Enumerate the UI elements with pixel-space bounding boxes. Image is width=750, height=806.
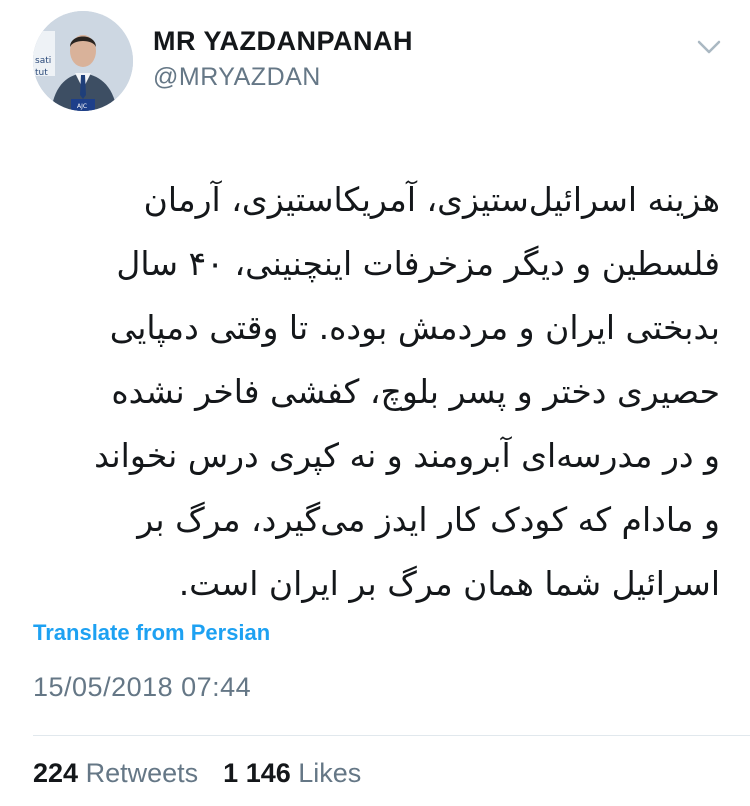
likes-count: 1 146 bbox=[223, 758, 291, 788]
tweet-text-line: و مادام که کودک کار ایدز می‌گیرد، مرگ بر bbox=[137, 500, 720, 539]
chevron-down-icon bbox=[697, 40, 721, 54]
avatar[interactable]: sati tut AJC bbox=[33, 11, 133, 111]
likes-stat[interactable]: 1 146 Likes bbox=[223, 758, 361, 788]
user-handle[interactable]: @MRYAZDAN bbox=[153, 63, 321, 92]
profile-photo: sati tut AJC bbox=[33, 11, 133, 111]
tweet-text-line: اسرائیل شما همان مرگ بر ایران است. bbox=[178, 564, 720, 603]
svg-text:sati: sati bbox=[35, 56, 51, 66]
tweet-menu-button[interactable] bbox=[694, 32, 724, 62]
retweets-stat[interactable]: 224 Retweets bbox=[33, 758, 206, 788]
tweet-text-line: هزینه اسرائیل‌ستیزی، آمریکاستیزی، آرمان bbox=[143, 180, 720, 219]
retweets-label: Retweets bbox=[85, 758, 199, 788]
tweet-text-line: و در مدرسه‌ای آبرومند و نه کپری درس نخوا… bbox=[94, 436, 720, 475]
svg-text:tut: tut bbox=[35, 68, 48, 78]
divider bbox=[33, 735, 750, 736]
engagement-stats: 224 Retweets 1 146 Likes bbox=[33, 758, 361, 789]
tweet-text-line: بدبختی ایران و مردمش بوده. تا وقتی دمپای… bbox=[109, 308, 720, 347]
tweet-text: هزینه اسرائیل‌ستیزی، آمریکاستیزی، آرمان … bbox=[30, 168, 720, 616]
translate-link[interactable]: Translate from Persian bbox=[33, 620, 270, 646]
retweets-count: 224 bbox=[33, 758, 79, 788]
avatar-badge-text: AJC bbox=[77, 103, 87, 110]
tweet-text-line: حصیری دختر و پسر بلوچ، کفشی فاخر نشده bbox=[111, 372, 720, 411]
likes-label: Likes bbox=[298, 758, 362, 788]
tweet-text-line: فلسطین و دیگر مزخرفات اینچنینی، ۴۰ سال bbox=[116, 244, 720, 283]
tweet-timestamp[interactable]: 15/05/2018 07:44 bbox=[33, 672, 251, 703]
display-name[interactable]: MR YAZDANPANAH bbox=[153, 26, 413, 57]
